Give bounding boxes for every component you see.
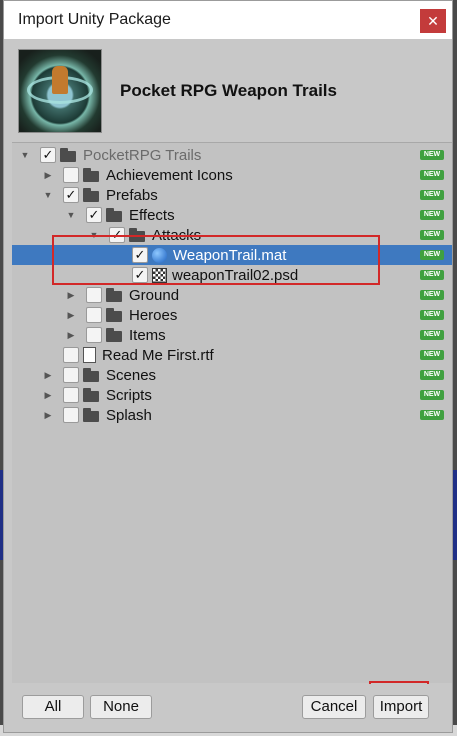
include-checkbox[interactable] [63,407,79,423]
expand-arrow-right-icon[interactable]: ▶ [66,310,76,320]
include-checkbox[interactable]: ✓ [86,207,102,223]
new-badge: NEW [420,210,444,220]
folder-icon [60,148,78,162]
expand-arrow-right-icon[interactable]: ▶ [43,170,53,180]
tree-row[interactable]: ▶ Heroes NEW [12,305,452,325]
tree-item-label: Ground [129,286,180,304]
window-title: Import Unity Package [18,11,171,28]
include-checkbox[interactable] [86,327,102,343]
tree-row[interactable]: ▶ Ground NEW [12,285,452,305]
new-badge: NEW [420,350,444,360]
tree-item-label: Read Me First.rtf [102,346,214,364]
tree-item-label: Achievement Icons [106,166,233,184]
folder-icon [83,188,101,202]
close-button[interactable]: ✕ [420,9,446,33]
tree-row[interactable]: ▼ ✓ Effects NEW [12,205,452,225]
tree-row[interactable]: ▶ Scenes NEW [12,365,452,385]
tree-item-label: Splash [106,406,152,424]
tree-item-label: Prefabs [106,186,158,204]
folder-icon [83,388,101,402]
new-badge: NEW [420,410,444,420]
include-checkbox[interactable] [63,347,79,363]
new-badge: NEW [420,370,444,380]
asset-tree: ▼ ✓ PocketRPG Trails NEW ▶ Achievement Icons N… [12,142,452,683]
new-badge: NEW [420,390,444,400]
new-badge: NEW [420,250,444,260]
tree-row[interactable]: ▼ ✓ PocketRPG Trails NEW [12,145,452,165]
folder-icon [106,288,124,302]
tree-row[interactable]: ▶ Splash NEW [12,405,452,425]
dialog-footer: All None Cancel Import [4,684,452,732]
new-badge: NEW [420,170,444,180]
tree-row[interactable]: Read Me First.rtf NEW [12,345,452,365]
new-badge: NEW [420,290,444,300]
tree-item-label: Scripts [106,386,152,404]
new-badge: NEW [420,310,444,320]
import-button[interactable]: Import [373,695,429,719]
new-badge: NEW [420,150,444,160]
new-badge: NEW [420,190,444,200]
tree-row[interactable]: ▶ Items NEW [12,325,452,345]
select-none-button[interactable]: None [90,695,152,719]
expand-arrow-right-icon[interactable]: ▶ [66,330,76,340]
package-name: Pocket RPG Weapon Trails [120,81,337,100]
tree-item-label: Items [129,326,166,344]
folder-icon [83,368,101,382]
include-checkbox[interactable]: ✓ [63,187,79,203]
expand-arrow-right-icon[interactable]: ▶ [66,290,76,300]
folder-icon [106,328,124,342]
tree-row[interactable]: ▶ Scripts NEW [12,385,452,405]
tree-row[interactable]: ▼ ✓ Prefabs NEW [12,185,452,205]
new-badge: NEW [420,230,444,240]
new-badge: NEW [420,330,444,340]
expand-arrow-right-icon[interactable]: ▶ [43,390,53,400]
tree-row[interactable]: ▶ Achievement Icons NEW [12,165,452,185]
include-checkbox[interactable] [86,287,102,303]
folder-icon [106,308,124,322]
expand-arrow-down-icon[interactable]: ▼ [66,210,76,220]
expand-arrow-right-icon[interactable]: ▶ [43,370,53,380]
include-checkbox[interactable] [63,367,79,383]
expand-arrow-right-icon[interactable]: ▶ [43,410,53,420]
expand-arrow-down-icon[interactable]: ▼ [20,150,30,160]
include-checkbox[interactable] [86,307,102,323]
tree-item-label: Scenes [106,366,157,384]
expand-arrow-down-icon[interactable]: ▼ [43,190,53,200]
title-bar: Import Unity Package ✕ [4,1,452,39]
import-package-dialog: Import Unity Package ✕ Pocket RPG Weapon… [3,0,453,733]
highlight-annotation [52,235,380,285]
tree-item-label: PocketRPG Trails [83,146,202,164]
cancel-button[interactable]: Cancel [302,695,366,719]
folder-icon [83,408,101,422]
package-header: Pocket RPG Weapon Trails [4,39,452,143]
file-icon [83,347,96,363]
tree-item-label: Effects [129,206,175,224]
folder-icon [106,208,124,222]
include-checkbox[interactable] [63,167,79,183]
include-checkbox[interactable]: ✓ [40,147,56,163]
include-checkbox[interactable] [63,387,79,403]
tree-item-label: Heroes [129,306,178,324]
folder-icon [83,168,101,182]
new-badge: NEW [420,270,444,280]
package-thumbnail [18,49,102,133]
select-all-button[interactable]: All [22,695,84,719]
